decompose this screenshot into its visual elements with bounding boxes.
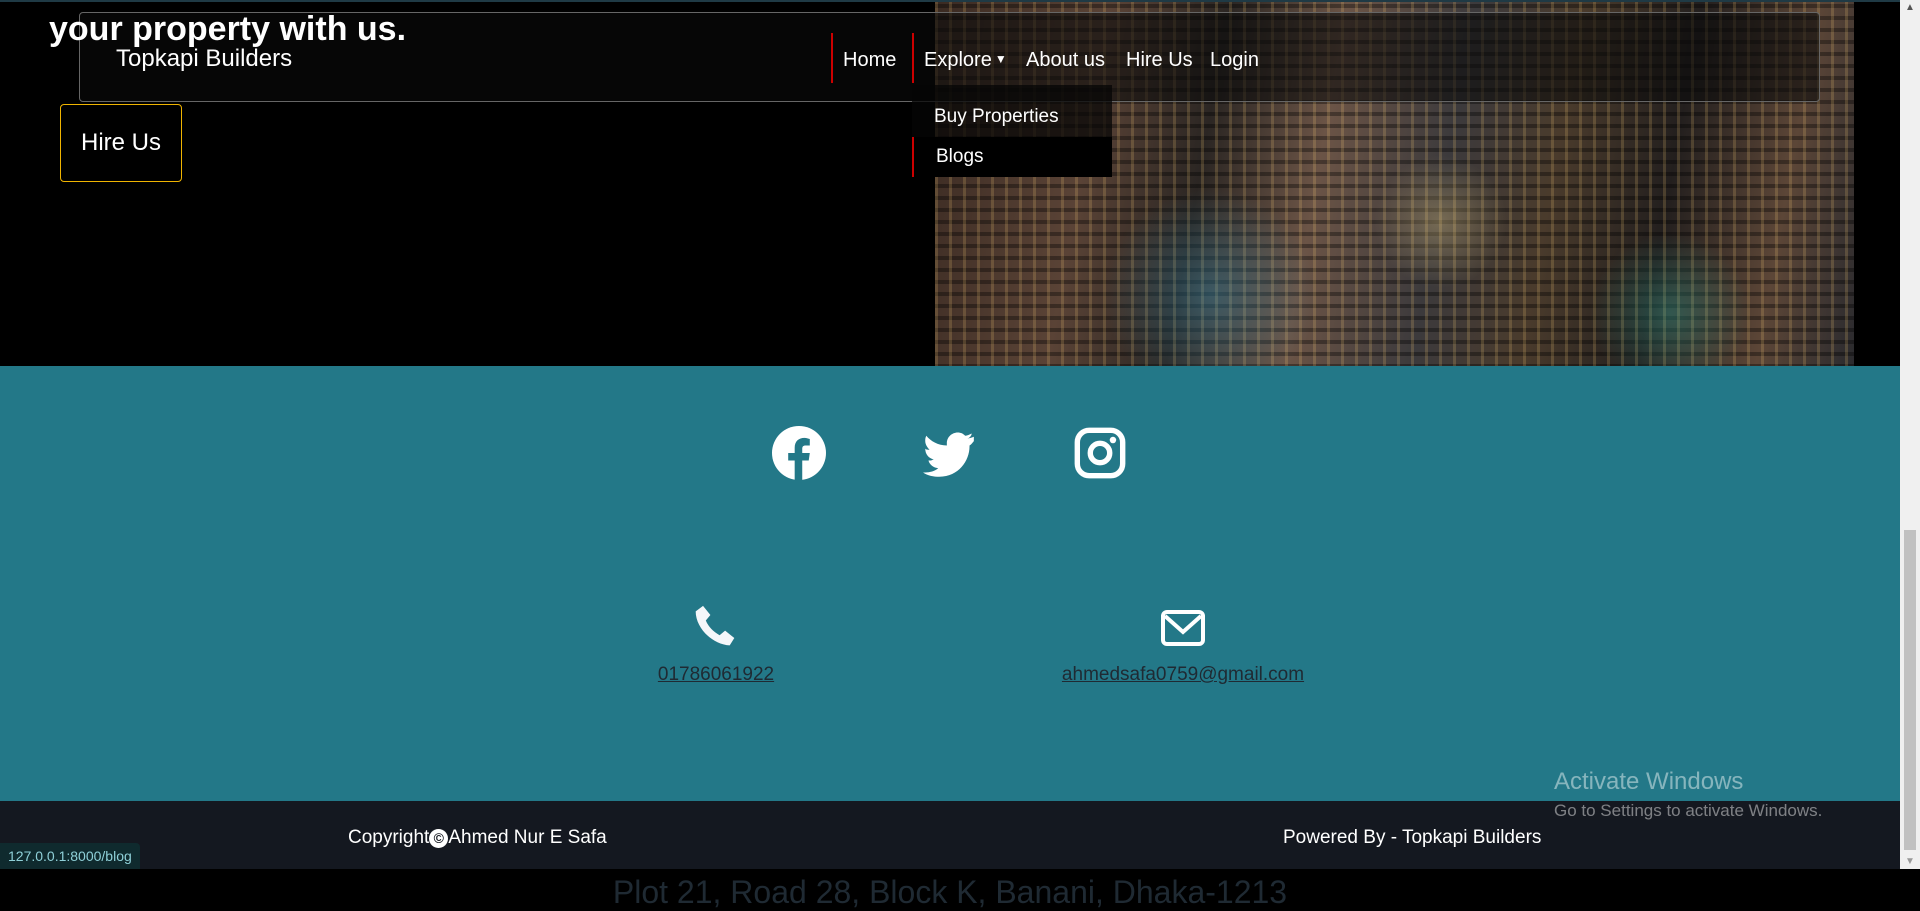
activate-windows-title: Activate Windows (1554, 768, 1744, 795)
scrollbar[interactable]: ▲ ▼ (1900, 0, 1920, 869)
scrollbar-thumb[interactable] (1904, 530, 1916, 850)
brand-link[interactable]: Topkapi Builders (116, 45, 292, 73)
nav-login[interactable]: Login (1210, 49, 1259, 72)
activate-windows-subtitle: Go to Settings to activate Windows. (1554, 801, 1823, 820)
copyright-name: Ahmed Nur E Safa (448, 827, 607, 848)
twitter-icon[interactable] (922, 426, 976, 480)
scroll-down-icon[interactable]: ▼ (1905, 856, 1915, 867)
nav-divider (831, 33, 833, 83)
contact-section: Plot 21, Road 28, Block K, Banani, Dhaka… (0, 366, 1900, 910)
facebook-icon[interactable] (772, 426, 826, 480)
nav-about[interactable]: About us (1026, 49, 1105, 72)
copyright: Copyright © Ahmed Nur E Safa (348, 827, 607, 849)
copyright-icon: © (429, 829, 449, 848)
nav-explore-label: Explore (924, 49, 992, 71)
nav-divider (912, 33, 914, 83)
dropdown-buy-properties[interactable]: Buy Properties (912, 97, 1112, 137)
copyright-label: Copyright (348, 827, 430, 848)
caret-down-icon: ▼ (994, 52, 1007, 66)
instagram-icon[interactable] (1073, 426, 1127, 480)
phone-icon (695, 605, 735, 646)
nav-explore[interactable]: Explore ▼ (924, 49, 1007, 72)
hero-headline: your property with us. (49, 10, 407, 48)
phone-link[interactable]: 01786061922 (658, 664, 774, 686)
hire-us-button[interactable]: Hire Us (60, 104, 182, 182)
explore-dropdown: Buy Properties Blogs (912, 85, 1112, 177)
status-bar-url: 127.0.0.1:8000/blog (0, 843, 140, 869)
powered-by: Powered By - Topkapi Builders (1283, 827, 1542, 848)
nav-hire-us[interactable]: Hire Us (1126, 49, 1193, 72)
nav-home[interactable]: Home (843, 49, 896, 72)
email-link[interactable]: ahmedsafa0759@gmail.com (1062, 664, 1304, 686)
scroll-up-icon[interactable]: ▲ (1905, 2, 1915, 13)
address-text: Plot 21, Road 28, Block K, Banani, Dhaka… (612, 874, 1288, 910)
dropdown-blogs[interactable]: Blogs (912, 137, 1112, 177)
envelope-icon (1161, 610, 1205, 646)
